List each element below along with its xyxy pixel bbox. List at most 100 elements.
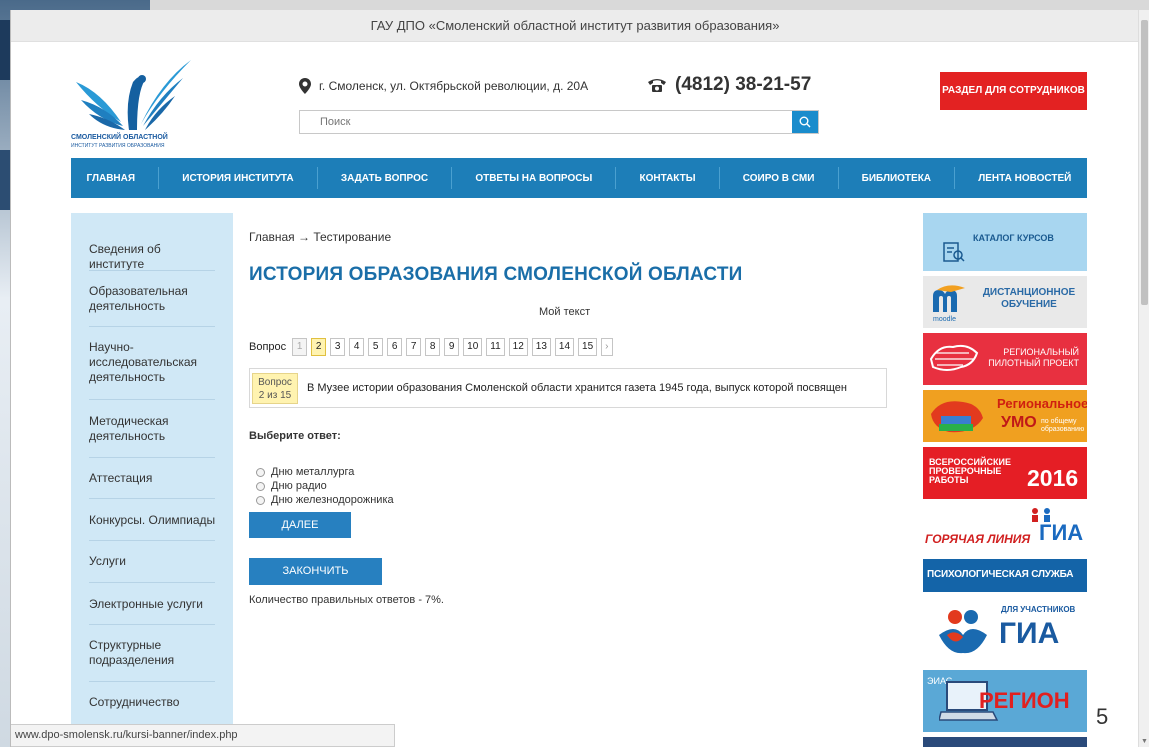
banner-vpr-2016[interactable]: ВСЕРОССИЙСКИЕ ПРОВЕРОЧНЫЕ РАБОТЫ 2016 [923,447,1087,499]
question-number[interactable]: 13 [531,338,551,356]
sidebar-item-cooperation[interactable]: Сотрудничество [89,695,219,710]
radio-button[interactable] [256,495,265,505]
location-pin-icon [299,78,311,94]
radio-button[interactable] [256,481,265,491]
banner-partial[interactable] [923,737,1087,747]
sidebar-item-services[interactable]: Услуги [89,554,219,569]
nav-divider [837,167,839,189]
moodle-logo-icon [933,285,965,312]
question-number[interactable]: 9 [444,338,460,356]
sidebar-item-about[interactable]: Сведения об институте [89,242,219,272]
nav-item-home[interactable]: ГЛАВНАЯ [79,173,144,184]
question-navigator: Вопрос 1 2 3 4 5 6 7 8 9 10 11 12 13 14 … [249,338,613,356]
question-number[interactable]: 8 [425,338,441,356]
nav-divider [451,167,453,189]
sidebar-item-contests[interactable]: Конкурсы. Олимпиады [89,513,219,528]
search-input[interactable] [300,111,790,133]
scrollbar[interactable]: ▼ [1138,10,1149,747]
sidebar-divider [89,326,215,327]
search-button[interactable] [792,111,818,133]
sidebar-divider [89,582,215,583]
result-text: Количество правильных ответов - 7%. [249,594,444,606]
nav-item-contacts[interactable]: КОНТАКТЫ [631,173,703,184]
search-icon [799,116,811,128]
address: г. Смоленск, ул. Октябрьской революции, … [299,78,588,94]
phone-icon [648,79,666,92]
sidebar-divider [89,624,215,625]
sidebar-divider [89,399,215,400]
finish-button[interactable]: ЗАКОНЧИТЬ [249,558,382,585]
slide-number: 5 [1096,704,1109,729]
institute-topbar: ГАУ ДПО «Смоленский областной институт р… [11,10,1138,42]
question-number[interactable]: 12 [508,338,528,356]
question-number[interactable]: 10 [463,338,483,356]
sidebar-item-departments[interactable]: Структурные подразделения [89,638,219,668]
banner-gia-participants[interactable]: ДЛЯ УЧАСТНИКОВ ГИА [923,597,1087,661]
address-text: г. Смоленск, ул. Октябрьской революции, … [319,79,589,93]
sidebar-item-methodical[interactable]: Методическая деятельность [89,414,219,444]
gia-people-icon [939,610,987,654]
sidebar-item-e-services[interactable]: Электронные услуги [89,597,219,612]
answer-option[interactable]: Дню железнодорожника [256,494,394,506]
scroll-down-arrow-icon[interactable]: ▼ [1141,738,1148,745]
radio-button[interactable] [256,467,265,477]
nav-item-library[interactable]: БИБЛИОТЕКА [854,173,939,184]
question-number[interactable]: 5 [368,338,384,356]
sidebar-divider [89,498,215,499]
nav-divider [158,167,160,189]
banner-psych-service[interactable]: ПСИХОЛОГИЧЕСКАЯ СЛУЖБА [923,559,1087,592]
banner-course-catalog[interactable]: КАТАЛОГ КУРСОВ [923,213,1087,271]
nav-item-news[interactable]: ЛЕНТА НОВОСТЕЙ [970,173,1079,184]
nav-item-answers[interactable]: ОТВЕТЫ НА ВОПРОСЫ [467,173,600,184]
sidebar-item-attestation[interactable]: Аттестация [89,471,219,486]
question-number[interactable]: 14 [554,338,575,356]
nav-item-media[interactable]: СОИРО В СМИ [735,173,823,184]
nav-item-ask-question[interactable]: ЗАДАТЬ ВОПРОС [333,173,436,184]
next-button[interactable]: ДАЛЕЕ [249,512,351,538]
banner-distance-learning[interactable]: moodle ДИСТАНЦИОННОЕ ОБУЧЕНИЕ [923,276,1087,328]
question-number[interactable]: 6 [387,338,403,356]
nav-divider [316,167,318,189]
banner-eias-region[interactable]: ЭИАС РЕГИОН [923,670,1087,732]
question-number[interactable]: 7 [406,338,422,356]
main-nav: ГЛАВНАЯ ИСТОРИЯ ИНСТИТУТА ЗАДАТЬ ВОПРОС … [71,158,1087,198]
browser-window: ГАУ ДПО «Смоленский областной институт р… [10,10,1138,747]
scrollbar-thumb[interactable] [1141,20,1148,305]
browser-status-bar: www.dpo-smolensk.ru/kursi-banner/index.p… [11,724,395,747]
catalog-icon [943,242,965,262]
bird-logo-icon [76,60,191,130]
answer-option[interactable]: Дню радио [256,480,327,492]
search-box [299,110,819,134]
nav-divider [718,167,720,189]
page-subtitle: Мой текст [539,306,591,318]
sidebar-item-education[interactable]: Образовательная деятельность [89,284,219,314]
nav-divider [615,167,617,189]
banner-gia-hotline[interactable]: ГОРЯЧАЯ ЛИНИЯ ГИА [923,504,1087,554]
question-number-current[interactable]: 2 [311,338,327,356]
question-number[interactable]: 4 [349,338,365,356]
question-number[interactable]: 3 [330,338,346,356]
next-question-arrow[interactable]: › [601,338,613,356]
sidebar-item-research[interactable]: Научно-исследовательская деятельность [89,340,219,385]
staff-section-button[interactable]: РАЗДЕЛ ДЛЯ СОТРУДНИКОВ [940,72,1087,110]
russia-map-icon [929,344,979,371]
banner-regional-pilot[interactable]: РЕГИОНАЛЬНЫЙ ПИЛОТНЫЙ ПРОЕКТ [923,333,1087,385]
question-box: Вопрос 2 из 15 В Музее истории образован… [249,368,887,408]
nav-item-history[interactable]: ИСТОРИЯ ИНСТИТУТА [174,173,301,184]
books-icon [931,401,983,433]
question-number[interactable]: 1 [292,338,308,356]
breadcrumb[interactable]: Главная → Тестирование [249,230,391,244]
question-text: В Музее истории образования Смоленской о… [307,382,847,394]
question-number[interactable]: 15 [578,338,598,356]
question-number[interactable]: 11 [486,338,505,356]
nav-divider [954,167,956,189]
sidebar-divider [89,457,215,458]
sidebar-divider [89,540,215,541]
answer-option[interactable]: Дню металлурга [256,466,354,478]
site-logo[interactable]: СМОЛЕНСКИЙ ОБЛАСТНОЙ ИНСТИТУТ РАЗВИТИЯ О… [71,52,196,152]
sidebar-divider [89,270,215,271]
institute-title: ГАУ ДПО «Смоленский областной институт р… [370,18,780,33]
banner-regional-umo[interactable]: Региональное УМО по общему образованию [923,390,1087,442]
page-title: ИСТОРИЯ ОБРАЗОВАНИЯ СМОЛЕНСКОЙ ОБЛАСТИ [249,264,743,285]
phone: (4812) 38-21-57 [647,74,811,96]
